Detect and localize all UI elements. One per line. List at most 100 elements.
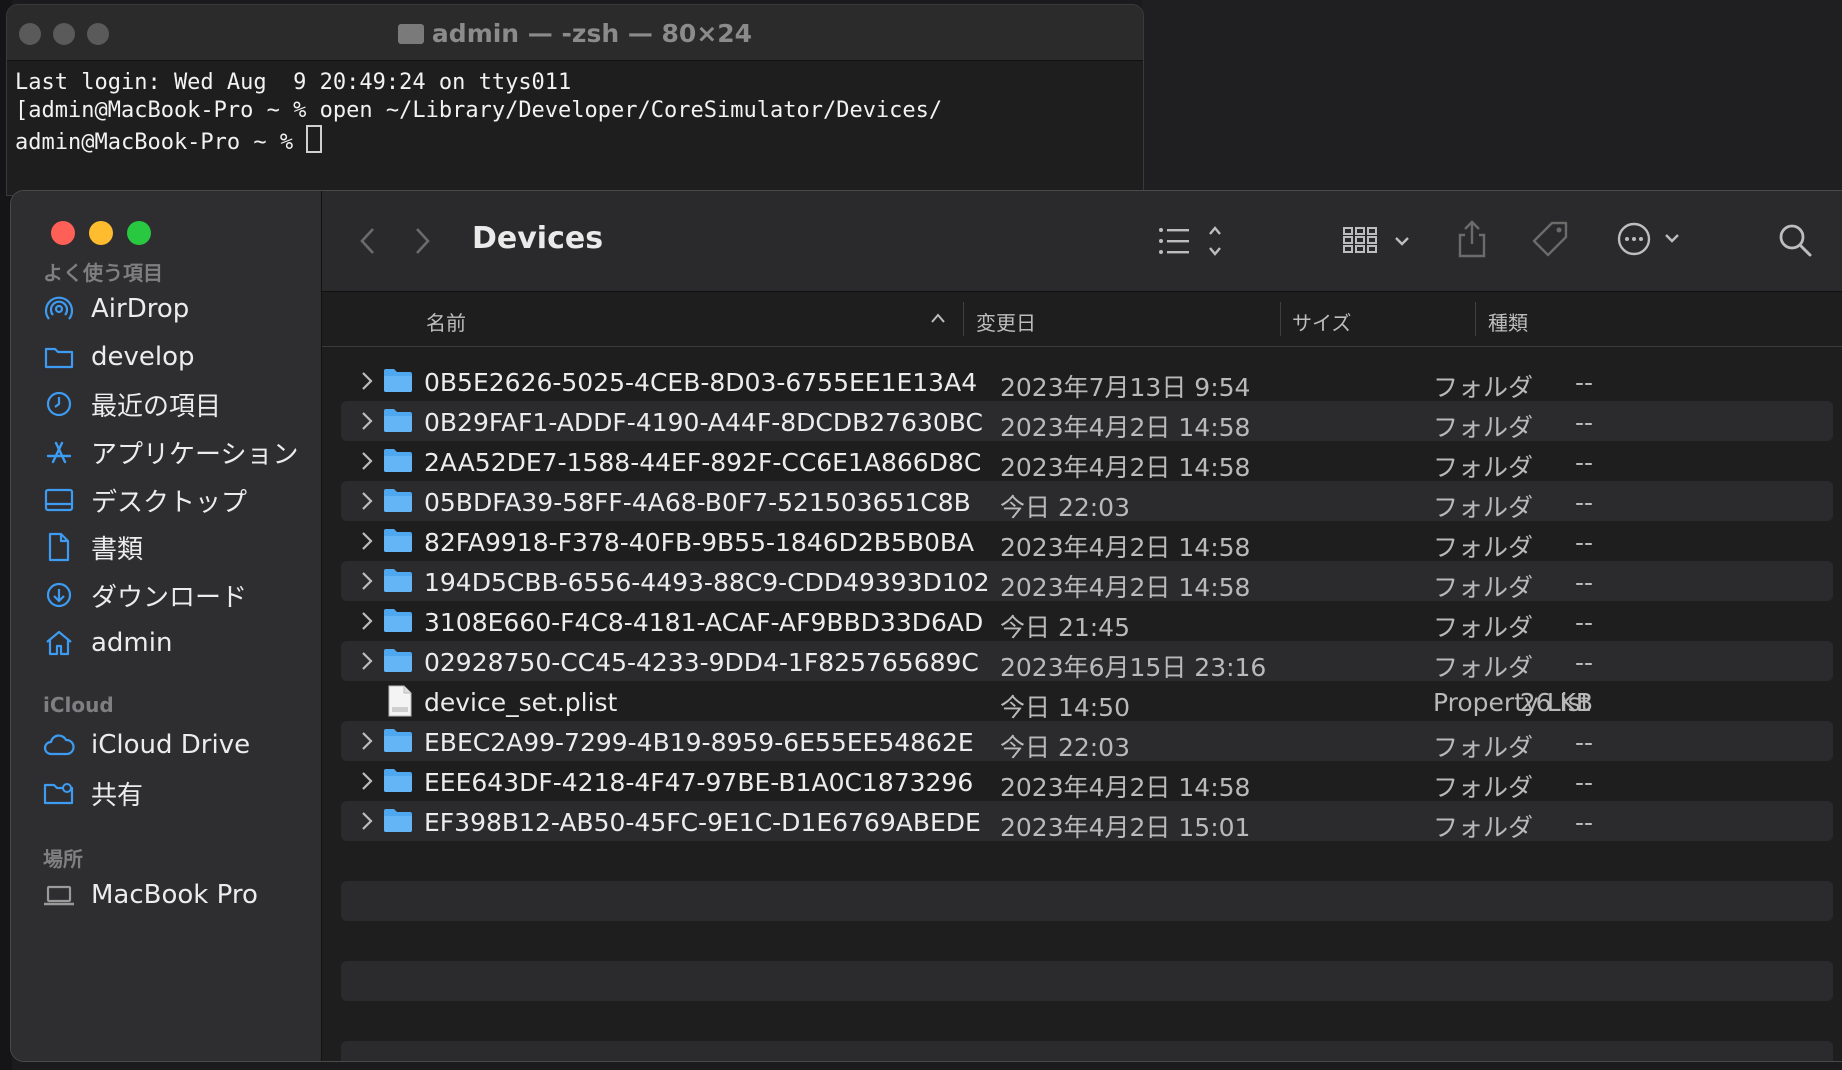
forward-button[interactable]: [406, 221, 438, 261]
more-actions-button[interactable]: [1612, 217, 1692, 261]
empty-row: [341, 881, 1833, 921]
sidebar-heading-locations: 場所: [43, 847, 83, 871]
sidebar-item-label: アプリケーション: [91, 439, 299, 470]
column-divider[interactable]: [963, 302, 964, 336]
folder-icon: [384, 489, 412, 512]
desktop-background-right: [1142, 0, 1842, 190]
share-button[interactable]: [1452, 215, 1492, 263]
file-date: 2023年6月15日 23:16: [1000, 653, 1267, 682]
grid-view-icon: [1343, 227, 1409, 253]
file-row[interactable]: device_set.plist 今日 14:50 26 KB Property…: [341, 681, 1833, 722]
file-row[interactable]: 2AA52DE7-1588-44EF-892F-CC6E1A866D8C 202…: [341, 441, 1833, 482]
disclosure-chevron-icon[interactable]: [355, 369, 379, 393]
folder-icon: [384, 449, 412, 472]
file-size: --: [1574, 448, 1593, 477]
airdrop-icon: [43, 293, 75, 325]
file-size: --: [1574, 608, 1593, 637]
sidebar-item-develop[interactable]: develop: [43, 335, 313, 379]
terminal-cursor: [306, 125, 323, 153]
column-header-name[interactable]: 名前: [426, 307, 466, 336]
file-row[interactable]: EBEC2A99-7299-4B19-8959-6E55EE54862E 今日 …: [341, 721, 1833, 762]
disclosure-chevron-icon[interactable]: [355, 409, 379, 433]
minimize-button[interactable]: [89, 221, 113, 245]
file-date: 2023年4月2日 14:58: [1000, 453, 1251, 482]
empty-row: [341, 921, 1833, 961]
sidebar-item-applications[interactable]: アプリケーション: [43, 430, 313, 474]
disclosure-chevron-icon[interactable]: [355, 769, 379, 793]
disclosure-chevron-icon[interactable]: [355, 529, 379, 553]
view-mode-list-button[interactable]: [1152, 219, 1232, 263]
terminal-window[interactable]: admin — -zsh — 80×24 Last login: Wed Aug…: [6, 4, 1144, 196]
file-row[interactable]: 05BDFA39-58FF-4A68-B0F7-521503651C8B 今日 …: [341, 481, 1833, 522]
sidebar-item-icloud-drive[interactable]: iCloud Drive: [43, 723, 313, 767]
disclosure-chevron-icon[interactable]: [355, 449, 379, 473]
file-name: 82FA9918-F378-40FB-9B55-1846D2B5B0BA: [424, 528, 975, 557]
close-button[interactable]: [51, 221, 75, 245]
file-size: --: [1574, 568, 1593, 597]
column-header-date[interactable]: 変更日: [976, 307, 1036, 336]
sidebar-item-shared[interactable]: 共有: [43, 771, 313, 815]
sidebar-item-home[interactable]: admin: [43, 621, 313, 665]
sidebar-item-desktop[interactable]: デスクトップ: [43, 478, 313, 522]
column-header-size[interactable]: サイズ: [1292, 307, 1351, 336]
share-icon: [1458, 220, 1486, 258]
disclosure-chevron-icon[interactable]: [355, 609, 379, 633]
column-header-kind[interactable]: 種類: [1488, 307, 1528, 336]
empty-row: [341, 1041, 1833, 1061]
file-row[interactable]: 3108E660-F4C8-4181-ACAF-AF9BBD33D6AD 今日 …: [341, 601, 1833, 642]
file-row[interactable]: 194D5CBB-6556-4493-88C9-CDD49393D102 202…: [341, 561, 1833, 602]
sidebar-item-documents[interactable]: 書類: [43, 525, 313, 569]
file-date: 2023年4月2日 15:01: [1000, 813, 1251, 842]
file-name: 0B5E2626-5025-4CEB-8D03-6755EE1E13A4: [424, 368, 978, 397]
group-button[interactable]: [1338, 219, 1418, 263]
disclosure-chevron-icon[interactable]: [355, 569, 379, 593]
sort-ascending-icon[interactable]: [930, 306, 946, 330]
disclosure-chevron-icon[interactable]: [355, 649, 379, 673]
file-date: 2023年4月2日 14:58: [1000, 773, 1251, 802]
column-divider[interactable]: [1280, 302, 1281, 336]
sidebar-item-macbook-pro[interactable]: MacBook Pro: [43, 873, 313, 917]
empty-row: [341, 1001, 1833, 1041]
zoom-button[interactable]: [127, 221, 151, 245]
file-name: EBEC2A99-7299-4B19-8959-6E55EE54862E: [424, 728, 974, 757]
sidebar-heading-favorites: よく使う項目: [43, 261, 163, 285]
sidebar-item-airdrop[interactable]: AirDrop: [43, 287, 313, 331]
file-row[interactable]: 0B29FAF1-ADDF-4190-A44F-8DCDB27630BC 202…: [341, 401, 1833, 442]
column-divider[interactable]: [1475, 302, 1476, 336]
terminal-title: admin — -zsh — 80×24: [7, 19, 1143, 48]
terminal-prompt-line[interactable]: admin@MacBook-Pro ~ %: [15, 125, 1143, 157]
back-button[interactable]: [352, 221, 384, 261]
sidebar-item-label: iCloud Drive: [91, 730, 251, 760]
file-row[interactable]: 82FA9918-F378-40FB-9B55-1846D2B5B0BA 202…: [341, 521, 1833, 562]
file-list: 0B5E2626-5025-4CEB-8D03-6755EE1E13A4 202…: [341, 361, 1833, 1061]
finder-window[interactable]: よく使う項目 AirDrop develop 最近の項目 アプリケーション デス…: [10, 190, 1842, 1062]
folder-icon: [384, 809, 412, 832]
file-kind: フォルダ: [1433, 533, 1534, 562]
folder-icon: [384, 409, 412, 432]
sidebar-item-recents[interactable]: 最近の項目: [43, 382, 313, 426]
file-row[interactable]: EEE643DF-4218-4F47-97BE-B1A0C1873296 202…: [341, 761, 1833, 802]
sidebar-item-downloads[interactable]: ダウンロード: [43, 573, 313, 617]
file-date: 今日 22:03: [1000, 733, 1130, 762]
file-size: --: [1574, 648, 1593, 677]
file-date: 今日 22:03: [1000, 493, 1130, 522]
sidebar-item-label: デスクトップ: [91, 487, 248, 518]
file-row[interactable]: EF398B12-AB50-45FC-9E1C-D1E6769ABEDE 202…: [341, 801, 1833, 842]
file-kind: フォルダ: [1433, 653, 1534, 682]
disclosure-chevron-icon[interactable]: [355, 809, 379, 833]
file-kind: フォルダ: [1433, 813, 1534, 842]
file-date: 2023年4月2日 14:58: [1000, 573, 1251, 602]
sidebar-heading-icloud: iCloud: [43, 693, 114, 717]
tag-button[interactable]: [1528, 217, 1572, 261]
sidebar-item-label: MacBook Pro: [91, 880, 258, 910]
terminal-output[interactable]: Last login: Wed Aug 9 20:49:24 on ttys01…: [7, 61, 1143, 157]
ellipsis-circle-icon: [1617, 222, 1679, 256]
disclosure-chevron-icon[interactable]: [355, 489, 379, 513]
file-size: --: [1574, 368, 1593, 397]
file-row[interactable]: 0B5E2626-5025-4CEB-8D03-6755EE1E13A4 202…: [341, 361, 1833, 402]
shared-folder-icon: [43, 777, 75, 809]
search-button[interactable]: [1772, 217, 1818, 263]
disclosure-chevron-icon[interactable]: [355, 729, 379, 753]
terminal-titlebar[interactable]: admin — -zsh — 80×24: [7, 5, 1143, 61]
file-row[interactable]: 02928750-CC45-4233-9DD4-1F825765689C 202…: [341, 641, 1833, 682]
